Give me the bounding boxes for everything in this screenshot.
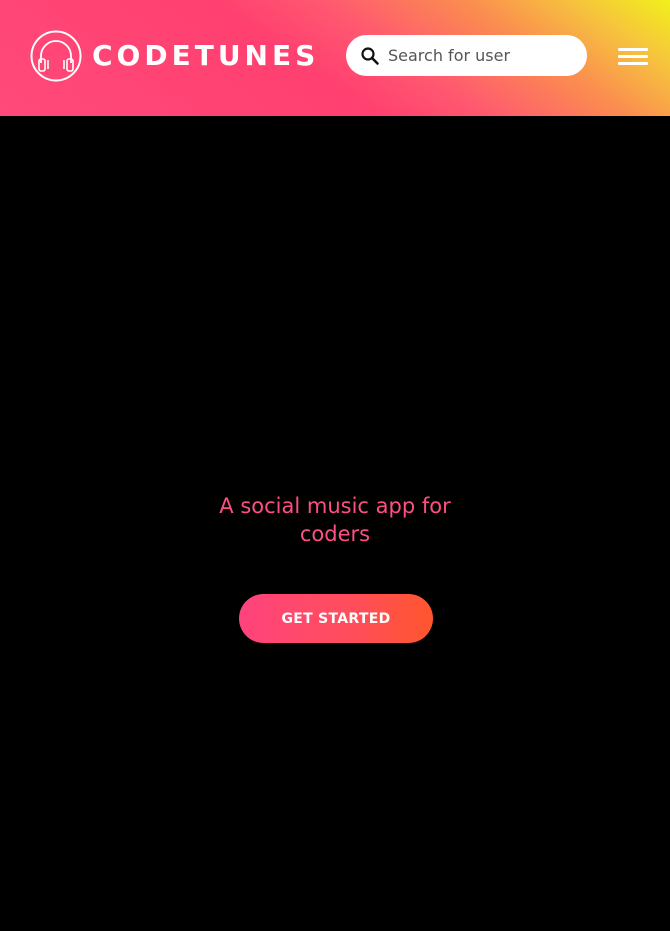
search-icon — [361, 46, 379, 65]
user-search-box[interactable] — [346, 35, 587, 76]
search-user-input[interactable] — [388, 40, 568, 71]
menu-bar-top — [618, 48, 648, 51]
headphones-icon — [30, 30, 82, 82]
hero-section: A social music app for coders GET STARTE… — [0, 116, 670, 931]
get-started-button[interactable]: GET STARTED — [239, 594, 433, 643]
brand-name: CODETUNES — [92, 39, 320, 72]
hero-tagline: A social music app for coders — [0, 492, 670, 548]
hero-tagline-text: A social music app for coders — [219, 494, 451, 546]
menu-bar-bottom — [618, 62, 648, 65]
top-navbar: CODETUNES — [0, 0, 670, 116]
menu-bar-middle — [618, 55, 648, 58]
hamburger-menu-icon[interactable] — [617, 44, 651, 68]
brand-logo-link[interactable]: CODETUNES — [30, 30, 319, 82]
